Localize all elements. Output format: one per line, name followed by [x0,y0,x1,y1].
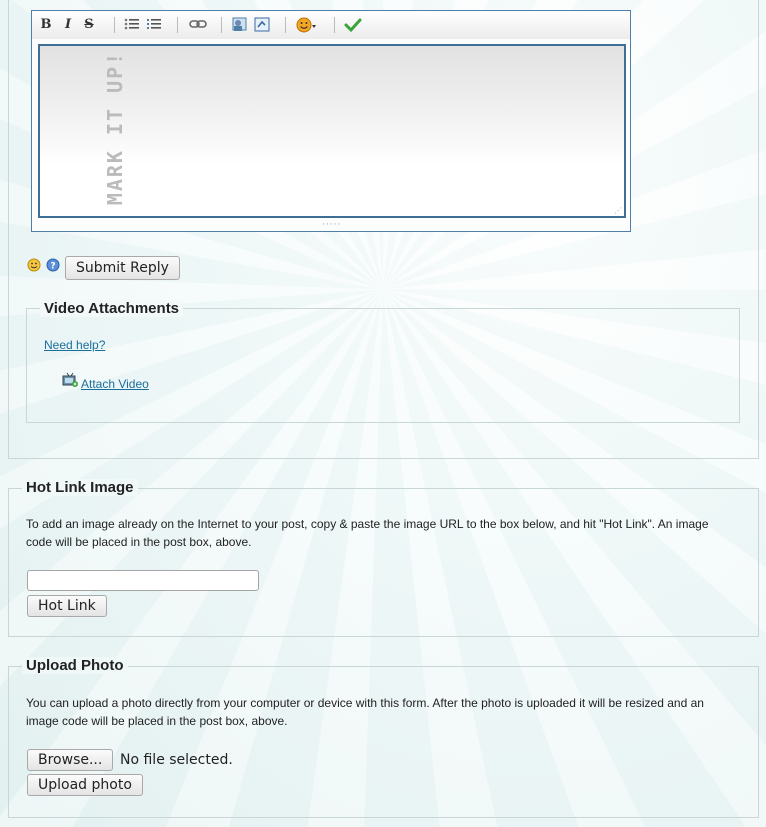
bulleted-list-icon [124,18,139,30]
picture-button[interactable] [231,17,249,33]
help-icon[interactable]: ? [46,258,60,275]
upload-photo-button[interactable]: Upload photo [27,774,143,796]
strikethrough-button[interactable]: S [83,17,95,33]
post-textarea[interactable]: MARK IT UP! ⋰ [38,44,626,218]
video-attachments-legend: Video Attachments [40,300,184,317]
markitup-watermark: MARK IT UP! [103,50,128,206]
smiley-menu-button[interactable] [296,17,318,33]
hot-link-url-input[interactable] [27,570,259,591]
resize-grip-icon[interactable]: ····· [322,220,341,230]
hot-link-legend: Hot Link Image [22,479,138,496]
bold-button[interactable]: B [40,17,52,33]
editor-toolbar: B I S [32,11,630,39]
upload-photo-description: You can upload a photo directly from you… [26,696,704,728]
browse-button[interactable]: Browse... [27,749,114,771]
attach-video-link[interactable]: Attach Video [81,377,149,391]
quote-button[interactable] [253,17,271,33]
smiley-icon [296,17,316,33]
hot-link-description: To add an image already on the Internet … [26,517,709,549]
numbered-list-button[interactable] [146,17,162,33]
toolbar-separator [221,17,222,33]
upload-photo-legend: Upload Photo [22,657,128,674]
link-button[interactable] [189,17,207,33]
picture-icon [232,17,247,31]
numbered-list-icon [147,19,161,29]
resize-corner-icon[interactable]: ⋰ [614,206,622,215]
submit-reply-button[interactable]: Submit Reply [65,256,180,280]
markitup-editor: B I S MARK IT UP! ⋰ ····· [31,10,631,232]
toolbar-separator [114,17,115,33]
checkmark-icon [344,18,362,33]
hot-link-button[interactable]: Hot Link [27,595,107,617]
video-attachments-fieldset [26,308,740,423]
bulleted-list-button[interactable] [124,17,140,33]
file-status-text: No file selected. [120,752,233,768]
preview-button[interactable] [344,17,362,33]
toolbar-separator [334,17,335,33]
link-icon [189,20,207,28]
italic-button[interactable]: I [62,17,74,33]
attach-video-icon [62,372,78,391]
toolbar-separator [285,17,286,33]
quote-icon [254,17,270,32]
toolbar-separator [177,17,178,33]
smiley-icon[interactable] [27,258,41,275]
hot-link-fieldset [8,488,759,637]
need-help-link[interactable]: Need help? [44,338,105,352]
svg-text:?: ? [50,262,55,272]
